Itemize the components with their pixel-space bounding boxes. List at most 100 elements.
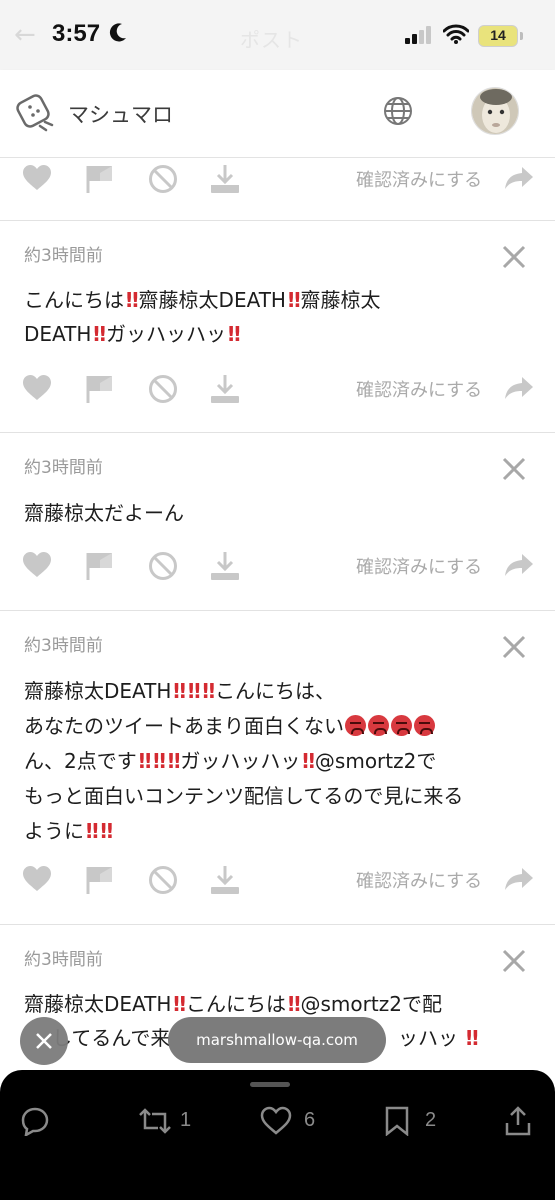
close-icon[interactable] [502,635,526,659]
download-icon[interactable] [209,865,241,895]
double-exclamation-emoji: ‼ [138,749,151,773]
double-exclamation-emoji: ‼ [86,819,98,843]
block-icon[interactable] [148,865,178,895]
text-segment: こんにちは、 [215,679,336,703]
angry-face-emoji [368,715,389,736]
close-icon[interactable] [502,245,526,269]
heart-icon[interactable] [22,865,52,893]
block-icon[interactable] [148,551,178,581]
message-body: こんにちは ‼ 齋藤椋太DEATH ‼ 齋藤椋太 DEATH ‼ ガッハッハッ ‼ [24,283,539,351]
text-segment: ん、2点です [24,749,137,773]
block-icon[interactable] [148,374,178,404]
mark-confirmed-button[interactable]: 確認済みにする [356,867,482,893]
share-arrow-icon[interactable] [504,553,534,577]
block-icon[interactable] [148,164,178,194]
repost-icon[interactable] [138,1106,172,1136]
message-body: 齋藤椋太DEATH ‼ ‼ ‼ こんにちは、 あなたのツイートあまり面白くない ん、2点… [24,674,539,849]
wifi-icon [443,24,469,44]
action-row: 確認済みにする [0,370,555,410]
text-segment: @smortz2で [314,749,437,773]
page-title-faded: ポスト [240,28,303,52]
repost-count: 1 [180,1109,192,1131]
reply-icon[interactable] [20,1106,50,1136]
message-line: ん、2点です ‼ ‼ ‼ ガッハッハッ ‼ @smortz2で [24,744,539,779]
message-line: ように ‼ ‼ [24,814,539,849]
message-card: 確認済みにする [0,158,555,221]
text-segment: 齋藤椋太DEATH [24,679,172,703]
mark-confirmed-button[interactable]: 確認済みにする [356,553,482,579]
double-exclamation-emoji: ‼ [302,749,314,773]
double-exclamation-emoji: ‼ [466,1026,478,1050]
double-exclamation-emoji: ‼ [187,679,200,703]
cellular-signal-icon [405,26,431,44]
share-arrow-icon[interactable] [504,166,534,190]
download-icon[interactable] [209,374,241,404]
sheet-handle[interactable] [250,1082,290,1087]
dismiss-button[interactable] [20,1017,68,1065]
message-line: もっと面白いコンテンツ配信してるので見に来る [24,779,539,814]
message-timestamp: 約3時間前 [24,246,103,266]
like-heart-icon[interactable] [260,1106,292,1136]
angry-face-emoji [414,715,435,736]
double-exclamation-emoji: ‼ [93,322,105,346]
flag-icon[interactable] [86,164,114,194]
globe-icon[interactable] [382,95,414,127]
message-line: こんにちは ‼ 齋藤椋太DEATH ‼ 齋藤椋太 [24,283,539,317]
text-segment: あなたのツイートあまり面白くない [24,714,344,738]
share-arrow-icon[interactable] [504,376,534,400]
message-card: 約3時間前 こんにちは ‼ 齋藤椋太DEATH ‼ 齋藤椋太 DEATH ‼ ガッハッハッ ‼… [0,221,555,433]
avatar-image [472,88,518,134]
double-exclamation-emoji: ‼ [287,288,300,312]
double-exclamation-emoji: ‼ [100,819,113,843]
double-exclamation-emoji: ‼ [287,992,300,1016]
close-icon[interactable] [502,457,526,481]
status-bar: ← 3:57 ポスト 14 [0,0,555,70]
double-exclamation-emoji: ‼ [126,288,138,312]
share-icon[interactable] [504,1106,532,1136]
download-icon[interactable] [209,164,241,194]
bookmark-icon[interactable] [384,1106,410,1136]
marshmallow-logo-icon[interactable] [16,92,56,134]
back-arrow-icon[interactable]: ← [14,20,36,50]
text-segment: DEATH [24,322,92,346]
message-timestamp: 約3時間前 [24,950,103,970]
text-segment: 齋藤椋太DEATH [138,288,286,312]
double-exclamation-emoji: ‼ [202,679,215,703]
angry-face-emoji [391,715,412,736]
text-segment: こんにちは [24,288,124,312]
mark-confirmed-button[interactable]: 確認済みにする [356,166,482,192]
text-segment: ガッハッハッ [180,749,301,773]
double-exclamation-emoji: ‼ [173,679,185,703]
battery-indicator: 14 [478,25,518,47]
text-segment: 齋藤椋太だよーん [24,501,184,525]
bottom-action-bar: 1 6 2 [0,1070,555,1200]
flag-icon[interactable] [86,374,114,404]
app-name: マシュマロ [68,103,173,127]
message-card: 約3時間前 齋藤椋太だよーん 確認済みにする [0,433,555,611]
app-header: マシュマロ [0,70,555,158]
message-line: あなたのツイートあまり面白くない [24,709,539,744]
text-segment: ように [24,819,84,843]
flag-icon[interactable] [86,551,114,581]
double-exclamation-emoji: ‼ [167,749,180,773]
download-icon[interactable] [209,551,241,581]
url-pill[interactable]: marshmallow-qa.com [168,1017,386,1063]
message-card: 約3時間前 齋藤椋太DEATH ‼ ‼ ‼ こんにちは、 あなたのツイートあまり面白くな… [0,611,555,925]
text-segment: こんにちは [185,992,286,1016]
message-line: DEATH ‼ ガッハッハッ ‼ [24,317,539,351]
bookmark-count: 2 [425,1109,437,1131]
flag-icon[interactable] [86,865,114,895]
heart-icon[interactable] [22,374,52,402]
share-arrow-icon[interactable] [504,867,534,891]
heart-icon[interactable] [22,164,52,192]
message-line: 齋藤椋太DEATH ‼ こんにちは ‼ @smortz2で配 [24,987,539,1021]
message-timestamp: 約3時間前 [24,458,103,478]
heart-icon[interactable] [22,551,52,579]
moon-icon [109,23,126,42]
avatar[interactable] [471,87,519,135]
mark-confirmed-button[interactable]: 確認済みにする [356,376,482,402]
double-exclamation-emoji: ‼ [153,749,165,773]
double-exclamation-emoji: ‼ [173,992,185,1016]
message-line: 齋藤椋太だよーん [24,496,539,530]
close-icon[interactable] [502,949,526,973]
